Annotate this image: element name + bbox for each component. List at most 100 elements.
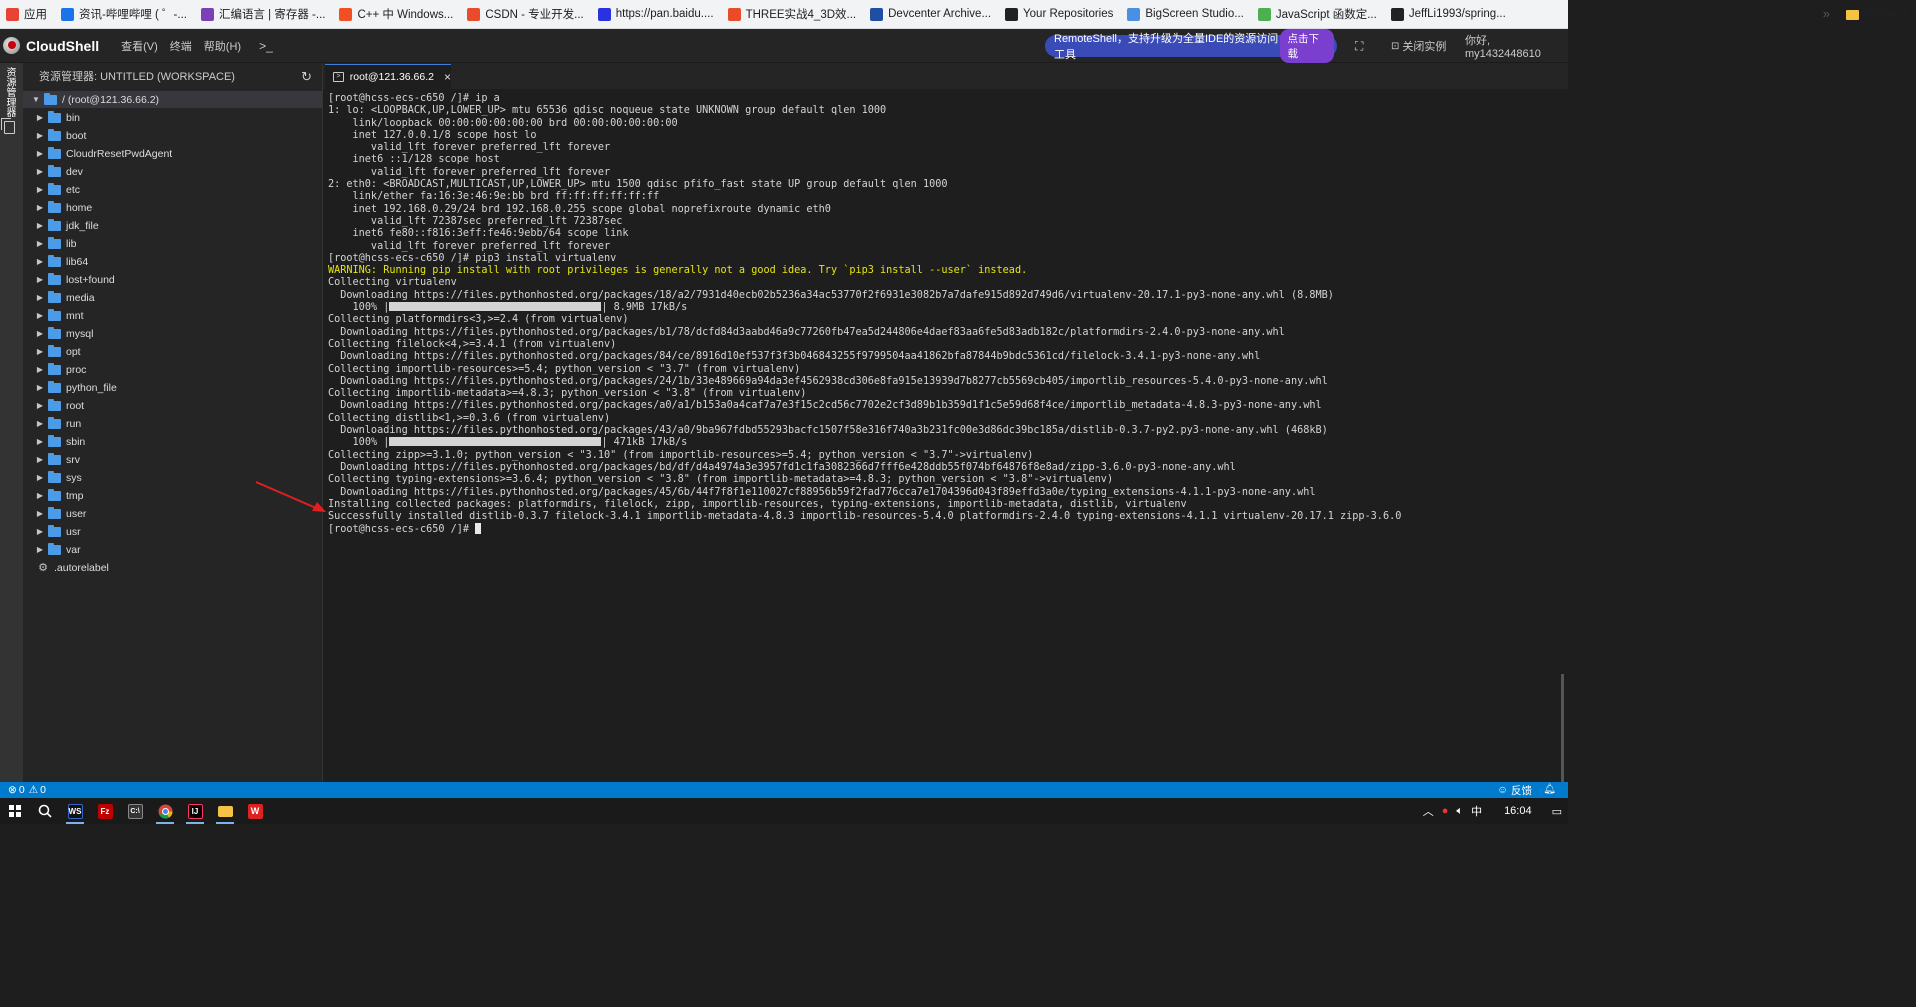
all-bookmarks-button[interactable]: 所有书签 [1846, 0, 1910, 29]
bookmark-item[interactable]: BigScreen Studio... [1127, 7, 1244, 21]
bookmark-item[interactable]: https://pan.baidu.... [597, 7, 714, 21]
tree-folder-var[interactable]: ▶ var [23, 541, 322, 558]
terminal-line: inet6 ::1/128 scope host [328, 154, 1568, 166]
notification-icon[interactable]: ▭ [1552, 805, 1562, 818]
chevron-right-icon: ▶ [36, 203, 44, 212]
tree-folder-python-file[interactable]: ▶ python_file [23, 379, 322, 396]
tree-folder-proc[interactable]: ▶ proc [23, 361, 322, 378]
terminal-line-text: link/ether fa:16:3e:46:9e:bb brd ff:ff:f… [328, 191, 660, 203]
tree-item-label: etc [66, 183, 81, 196]
tree-folder-opt[interactable]: ▶ opt [23, 343, 322, 360]
tree-folder-boot[interactable]: ▶ boot [23, 127, 322, 144]
file-explorer-icon[interactable] [210, 798, 240, 824]
ime-indicator[interactable]: 中 [1471, 803, 1482, 819]
tree-folder-mnt[interactable]: ▶ mnt [23, 307, 322, 324]
feedback-button[interactable]: ☺ 反馈 [1497, 782, 1532, 798]
app-title: CloudShell [26, 37, 100, 54]
terminal-line-text: Collecting virtualenv [328, 277, 457, 289]
download-button[interactable]: 点击下载 [1279, 29, 1334, 63]
folder-icon [48, 164, 61, 177]
status-bar: ⊗ 0 ⚠ 0 ☺ 反馈 🔔︎ [0, 782, 1568, 798]
bookmark-item[interactable]: Your Repositories [1005, 7, 1113, 21]
filezilla-icon[interactable]: Fz [90, 798, 120, 824]
bookmark-item[interactable]: JavaScript 函数定... [1257, 6, 1377, 22]
tree-folder-lib64[interactable]: ▶ lib64 [23, 253, 322, 270]
tree-folder-run[interactable]: ▶ run [23, 415, 322, 432]
menu-view[interactable]: 查看(V) [121, 38, 158, 54]
terminal-line: Installing collected packages: platformd… [328, 499, 1568, 511]
bookmark-item[interactable]: 汇编语言 | 寄存器 -... [200, 6, 325, 22]
tree-folder-lost-found[interactable]: ▶ lost+found [23, 271, 322, 288]
windows-start-icon[interactable] [0, 798, 30, 824]
close-icon[interactable]: × [444, 70, 451, 84]
close-instance-button[interactable]: ⊡ 关闭实例 [1391, 29, 1446, 63]
folder-icon [48, 200, 61, 213]
tree-folder-usr[interactable]: ▶ usr [23, 523, 322, 540]
terminal-line-text: Successfully installed distlib-0.3.7 fil… [328, 511, 1402, 523]
bookmark-item[interactable]: 应用 [6, 6, 47, 22]
csdn-icon [727, 7, 741, 21]
tab-terminal[interactable]: > root@121.36.66.2 × [325, 64, 451, 89]
terminal-scrollbar[interactable] [1561, 674, 1564, 782]
tree-item-label: tmp [66, 489, 84, 502]
chevron-up-icon[interactable]: ︿ [1423, 803, 1434, 819]
activity-bar: 资源管理器 [0, 63, 23, 782]
terminal-warning-line: WARNING: Running pip install with root p… [328, 265, 1568, 277]
bookmark-item[interactable]: THREE实战4_3D效... [727, 6, 856, 22]
windows-taskbar: WS Fz C:\ IJ W ︿ ● 🔈︎ 中 16:04 ▭ [0, 798, 1568, 824]
tree-folder-etc[interactable]: ▶ etc [23, 181, 322, 198]
refresh-icon[interactable]: ↻ [301, 69, 312, 85]
tree-file-autorelabel[interactable]: ⚙ .autorelabel [23, 559, 322, 576]
terminal-icon[interactable]: C:\ [120, 798, 150, 824]
terminal-line: inet 192.168.0.29/24 brd 192.168.0.255 s… [328, 204, 1568, 216]
tree-folder-mysql[interactable]: ▶ mysql [23, 325, 322, 342]
tree-folder-home[interactable]: ▶ home [23, 199, 322, 216]
explorer-activity-label[interactable]: 资源管理器 [3, 67, 17, 117]
bookmark-item[interactable]: 资讯-哔哩哔哩 ( ゜-... [61, 6, 187, 22]
tree-item-label: dev [66, 165, 83, 178]
system-tray: ︿ ● 🔈︎ 中 16:04 ▭ [1415, 798, 1562, 824]
tree-folder-lib[interactable]: ▶ lib [23, 235, 322, 252]
wps-icon[interactable]: W [240, 798, 270, 824]
tree-folder-cloudrresetpwdagent[interactable]: ▶ CloudrResetPwdAgent [23, 145, 322, 162]
download-progress-line: 100% | | 8.9MB 17kB/s [352, 302, 688, 314]
problems-indicator[interactable]: ⊗ 0 ⚠ 0 [8, 784, 46, 796]
terminal-line: 2: eth0: <BROADCAST,MULTICAST,UP,LOWER_U… [328, 179, 1568, 191]
intellij-icon[interactable]: IJ [180, 798, 210, 824]
tree-root[interactable]: ▼ / (root@121.36.66.2) [23, 91, 322, 108]
bookmark-item[interactable]: CSDN - 专业开发... [467, 6, 584, 22]
tree-folder-bin[interactable]: ▶ bin [23, 109, 322, 126]
chevron-right-icon: ▶ [36, 221, 44, 230]
fullscreen-icon[interactable]: ⛶ [1355, 39, 1363, 54]
bookmark-item[interactable]: C++ 中 Windows... [339, 6, 453, 22]
files-icon[interactable] [1, 118, 15, 134]
bookmarks-more-button[interactable]: » [1823, 6, 1830, 21]
clock[interactable]: 16:04 [1504, 805, 1532, 817]
menu-help[interactable]: 帮助(H) [204, 38, 241, 54]
tree-folder-sbin[interactable]: ▶ sbin [23, 433, 322, 450]
tree-folder-jdk-file[interactable]: ▶ jdk_file [23, 217, 322, 234]
terminal-output[interactable]: [root@hcss-ecs-c650 /]# ip a 1: lo: <LOOP… [323, 89, 1568, 782]
chevron-right-icon: ▶ [36, 185, 44, 194]
webstorm-icon[interactable]: WS [60, 798, 90, 824]
volume-icon[interactable]: 🔈︎ [1456, 805, 1463, 818]
user-greeting[interactable]: 你好, my1432448610 [1465, 29, 1568, 63]
folder-icon [48, 452, 61, 465]
menu-terminal[interactable]: 终端 [170, 38, 192, 54]
antivirus-icon[interactable]: ● [1442, 805, 1449, 817]
remoteshell-promo-banner[interactable]: RemoteShell，支持升级为全量IDE的资源访问工具 点击下载 [1045, 29, 1337, 63]
folder-icon [48, 416, 61, 429]
bookmark-item[interactable]: Devcenter Archive... [870, 7, 991, 21]
tree-folder-srv[interactable]: ▶ srv [23, 451, 322, 468]
folder-icon [48, 524, 61, 537]
smiley-icon: ☺ [1497, 784, 1508, 796]
terminal-icon[interactable]: >_ [259, 39, 273, 53]
bell-icon[interactable]: 🔔︎ [1543, 784, 1556, 795]
chrome-icon[interactable] [150, 798, 180, 824]
tree-folder-root[interactable]: ▶ root [23, 397, 322, 414]
tree-folder-media[interactable]: ▶ media [23, 289, 322, 306]
search-icon[interactable] [30, 798, 60, 824]
tree-folder-dev[interactable]: ▶ dev [23, 163, 322, 180]
error-count: 0 [18, 784, 25, 796]
bookmark-item[interactable]: JeffLi1993/spring... [1390, 7, 1506, 21]
